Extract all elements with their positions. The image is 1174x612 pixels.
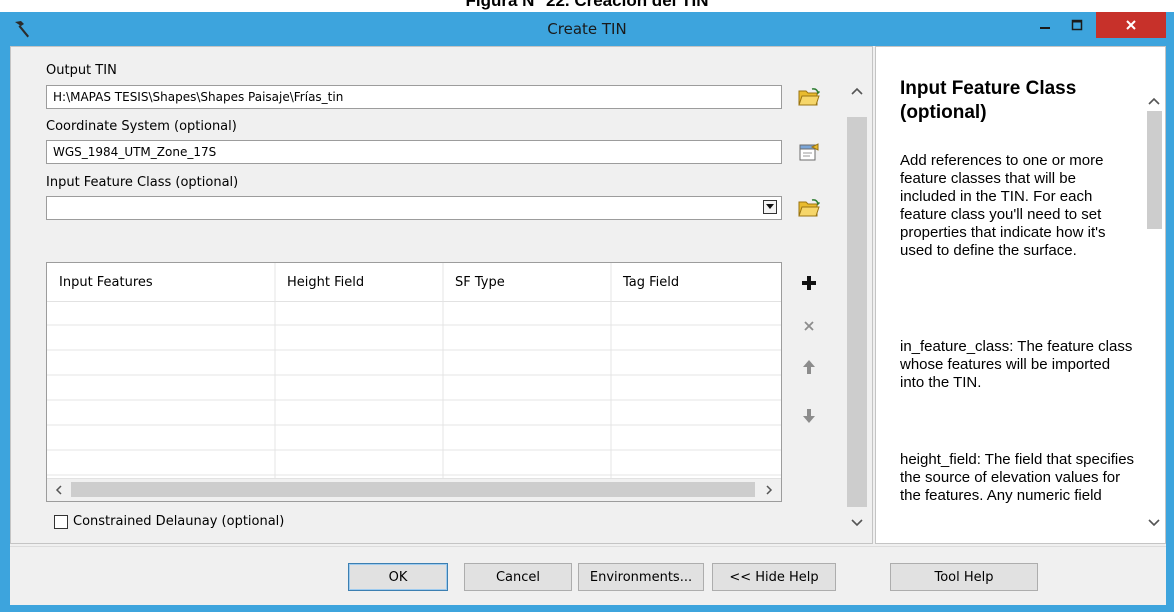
constrained-delaunay-label: Constrained Delaunay (optional) [73, 514, 285, 529]
help-scroll-thumb[interactable] [1147, 111, 1162, 229]
input-feature-class-combo[interactable] [46, 196, 782, 220]
coordinate-system-button[interactable] [796, 139, 822, 165]
folder-open-icon [798, 88, 820, 106]
input-features-table[interactable]: Input Features Height Field SF Type Tag … [46, 262, 782, 502]
output-tin-input[interactable]: H:\MAPAS TESIS\Shapes\Shapes Paisaje\Frí… [46, 85, 782, 109]
scroll-up-icon[interactable] [847, 81, 867, 101]
create-tin-window: Create TIN Output TIN H:\MAPAS TESIS\Sha… [0, 12, 1174, 612]
help-paragraph: in_feature_class: The feature class whos… [900, 338, 1133, 391]
minimize-button[interactable] [1030, 13, 1060, 37]
folder-open-icon [798, 199, 820, 217]
move-down-button[interactable] [796, 403, 822, 429]
combo-dropdown-button[interactable] [763, 200, 777, 214]
help-paragraph: height_field: The field that specifies t… [900, 451, 1135, 504]
parameters-panel: Output TIN H:\MAPAS TESIS\Shapes\Shapes … [10, 46, 873, 544]
dialog-client: Output TIN H:\MAPAS TESIS\Shapes\Shapes … [10, 46, 1166, 605]
chevron-down-icon [766, 204, 774, 209]
table-horizontal-scrollbar[interactable] [47, 478, 781, 501]
window-title: Create TIN [547, 20, 627, 38]
scroll-up-icon[interactable] [1144, 91, 1164, 111]
help-panel: Input Feature Class (optional) Add refer… [875, 46, 1166, 544]
scroll-right-icon[interactable] [760, 481, 778, 499]
tool-help-button[interactable]: Tool Help [890, 563, 1038, 591]
help-vertical-scrollbar[interactable] [1144, 73, 1164, 541]
scroll-left-icon[interactable] [50, 481, 68, 499]
ok-button[interactable]: OK [348, 563, 448, 591]
dialog-button-bar: OK Cancel Environments... << Hide Help T… [10, 546, 1166, 605]
x-icon [804, 321, 814, 331]
input-feature-class-label: Input Feature Class (optional) [46, 175, 239, 190]
maximize-button[interactable] [1062, 13, 1092, 37]
coordinate-system-label: Coordinate System (optional) [46, 119, 237, 134]
help-title: Input Feature Class (optional) [900, 78, 1077, 123]
figure-caption: Figura N° 22. Creación del TIN [465, 0, 709, 10]
parameters-scroll-thumb[interactable] [847, 117, 867, 507]
help-paragraph: Add references to one or more feature cl… [900, 152, 1106, 259]
maximize-icon [1071, 19, 1083, 31]
coordinate-system-input[interactable]: WGS_1984_UTM_Zone_17S [46, 140, 782, 164]
arrow-down-icon [803, 409, 815, 423]
table-gridlines [47, 263, 781, 479]
close-icon [1126, 20, 1136, 30]
plus-icon [802, 276, 816, 290]
cancel-button[interactable]: Cancel [464, 563, 572, 591]
move-up-button[interactable] [796, 354, 822, 380]
figure-caption-strip: Figura N° 22. Creación del TIN [0, 0, 1174, 12]
scroll-down-icon[interactable] [1144, 513, 1164, 533]
table-scroll-thumb[interactable] [71, 482, 755, 497]
constrained-delaunay-checkbox[interactable] [54, 515, 68, 529]
add-row-button[interactable] [796, 270, 822, 296]
hide-help-button[interactable]: << Hide Help [712, 563, 836, 591]
environments-button[interactable]: Environments... [578, 563, 704, 591]
title-bar: Create TIN [0, 12, 1174, 46]
output-tin-browse-button[interactable] [796, 84, 822, 110]
remove-row-button[interactable] [796, 313, 822, 339]
input-feature-class-browse-button[interactable] [796, 195, 822, 221]
output-tin-label: Output TIN [46, 63, 117, 78]
close-button[interactable] [1096, 12, 1166, 38]
arrow-up-icon [803, 360, 815, 374]
parameters-vertical-scrollbar[interactable] [847, 73, 867, 541]
scroll-down-icon[interactable] [847, 513, 867, 533]
minimize-icon [1040, 27, 1050, 29]
spatial-reference-icon [799, 143, 819, 161]
